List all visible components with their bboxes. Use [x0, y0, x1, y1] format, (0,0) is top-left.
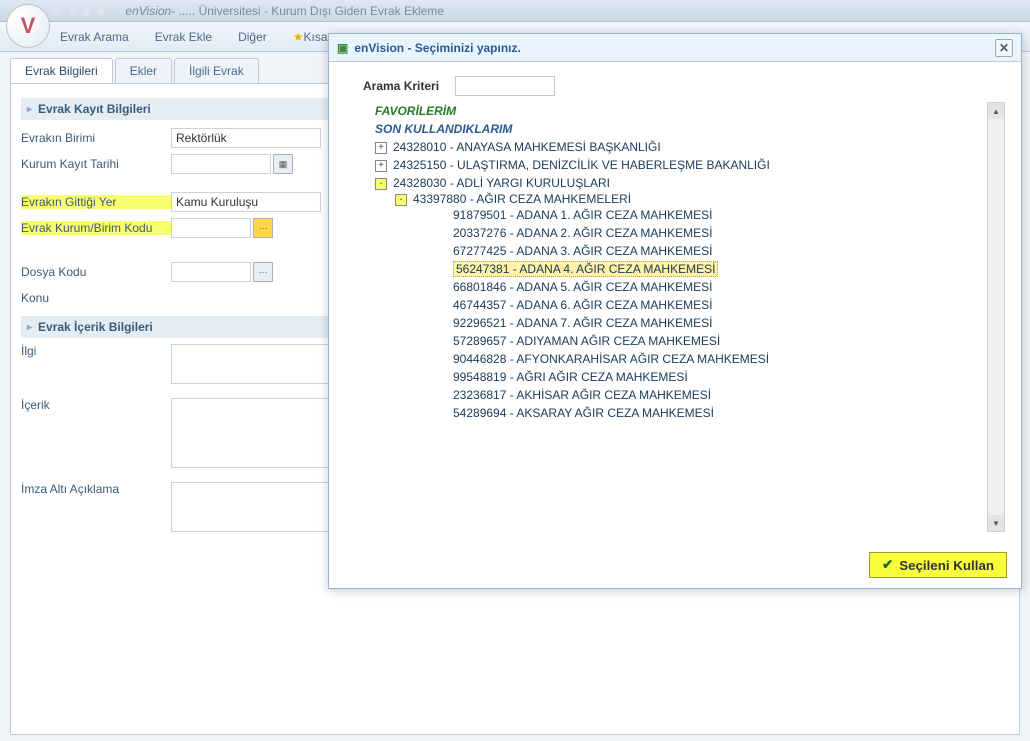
- tab-ekler[interactable]: Ekler: [115, 58, 172, 83]
- tree-node[interactable]: 24328030 - ADLİ YARGI KURULUŞLARI: [393, 176, 610, 190]
- star-icon: ★: [67, 2, 80, 19]
- modal-title-bar: ▣ enVision - Seçiminizi yapınız. ✕: [329, 34, 1021, 62]
- field-gittigi-yer[interactable]: Kamu Kuruluşu: [171, 192, 321, 212]
- lookup-dosya-icon[interactable]: ⋯: [253, 262, 273, 282]
- tree-node[interactable]: 24325150 - ULAŞTIRMA, DENİZCİLİK VE HABE…: [393, 158, 770, 172]
- expand-icon[interactable]: -: [375, 178, 387, 190]
- tree-favorites[interactable]: FAVORİLERİM: [375, 104, 456, 118]
- scroll-down-icon[interactable]: ▼: [988, 515, 1004, 531]
- star-icon: ★: [95, 2, 108, 19]
- expand-icon[interactable]: +: [375, 160, 387, 172]
- field-evrakin-birimi[interactable]: Rektörlük: [171, 128, 321, 148]
- app-name: enVision: [125, 4, 171, 18]
- star-icon: ★: [293, 30, 304, 44]
- use-selected-label: Seçileni Kullan: [899, 558, 994, 573]
- title-bar: ★ ★ ▮ ★ enVision - ..... Üniversitesi - …: [0, 0, 1030, 22]
- label-imza-alti: İmza Altı Açıklama: [21, 482, 171, 496]
- page-title: - ..... Üniversitesi - Kurum Dışı Giden …: [171, 4, 444, 18]
- window-icon: ▣: [337, 41, 348, 55]
- field-dosya-kodu[interactable]: [171, 262, 251, 282]
- tab-evrak-bilgileri[interactable]: Evrak Bilgileri: [10, 58, 113, 83]
- search-label: Arama Kriteri: [363, 79, 439, 93]
- tree-leaf[interactable]: 99548819 - AĞRI AĞIR CEZA MAHKEMESİ: [453, 370, 688, 384]
- field-kurum-kayit-tarihi[interactable]: [171, 154, 271, 174]
- tree-node[interactable]: 24328010 - ANAYASA MAHKEMESİ BAŞKANLIĞI: [393, 140, 661, 154]
- tree-recent[interactable]: SON KULLANDIKLARIM: [375, 122, 512, 136]
- label-ilgi: İlgi: [21, 344, 171, 358]
- tree-leaf[interactable]: 91879501 - ADANA 1. AĞIR CEZA MAHKEMESİ: [453, 208, 712, 222]
- scroll-up-icon[interactable]: ▲: [988, 103, 1004, 119]
- label-kurum-birim-kodu: Evrak Kurum/Birim Kodu: [21, 221, 171, 235]
- tree-leaf[interactable]: 57289657 - ADIYAMAN AĞIR CEZA MAHKEMESİ: [453, 334, 720, 348]
- label-dosya-kodu: Dosya Kodu: [21, 265, 171, 279]
- modal-title: enVision - Seçiminizi yapınız.: [354, 41, 521, 55]
- bookmark-icon: ▮: [83, 2, 91, 19]
- label-icerik: İçerik: [21, 398, 171, 412]
- tab-ilgili-evrak[interactable]: İlgili Evrak: [174, 58, 259, 83]
- expand-icon[interactable]: +: [375, 142, 387, 154]
- label-kurum-kayit-tarihi: Kurum Kayıt Tarihi: [21, 157, 171, 171]
- selection-modal: ▣ enVision - Seçiminizi yapınız. ✕ Arama…: [328, 33, 1022, 589]
- tree-leaf[interactable]: 67277425 - ADANA 3. AĞIR CEZA MAHKEMESİ: [453, 244, 712, 258]
- field-kurum-birim-kodu[interactable]: [171, 218, 251, 238]
- check-icon: ✔: [882, 557, 893, 573]
- selection-tree: FAVORİLERİM SON KULLANDIKLARIM +24328010…: [363, 102, 1007, 532]
- search-input[interactable]: [455, 76, 555, 96]
- menu-evrak-ekle[interactable]: Evrak Ekle: [155, 30, 212, 44]
- calendar-icon[interactable]: ▦: [273, 154, 293, 174]
- lookup-kurum-icon[interactable]: ⋯: [253, 218, 273, 238]
- tree-leaf[interactable]: 54289694 - AKSARAY AĞIR CEZA MAHKEMESİ: [453, 406, 714, 420]
- expand-icon[interactable]: -: [395, 194, 407, 206]
- tree-leaf[interactable]: 90446828 - AFYONKARAHİSAR AĞIR CEZA MAHK…: [453, 352, 769, 366]
- tree-scrollbar[interactable]: ▲ ▼: [987, 102, 1005, 532]
- app-logo: V: [6, 4, 50, 48]
- tree-leaf[interactable]: 56247381 - ADANA 4. AĞIR CEZA MAHKEMESİ: [453, 261, 718, 277]
- tree-leaf[interactable]: 20337276 - ADANA 2. AĞIR CEZA MAHKEMESİ: [453, 226, 712, 240]
- close-button[interactable]: ✕: [995, 39, 1013, 57]
- use-selected-button[interactable]: ✔ Seçileni Kullan: [869, 552, 1007, 578]
- tree-leaf[interactable]: 66801846 - ADANA 5. AĞIR CEZA MAHKEMESİ: [453, 280, 712, 294]
- label-gittigi-yer: Evrakın Gittiği Yer: [21, 195, 171, 209]
- tree-leaf[interactable]: 23236817 - AKHİSAR AĞIR CEZA MAHKEMESİ: [453, 388, 711, 402]
- tree-leaf[interactable]: 46744357 - ADANA 6. AĞIR CEZA MAHKEMESİ: [453, 298, 712, 312]
- label-konu: Konu: [21, 291, 171, 305]
- label-evrakin-birimi: Evrakın Birimi: [21, 131, 171, 145]
- modal-body: Arama Kriteri FAVORİLERİM SON KULLANDIKL…: [329, 62, 1021, 546]
- menu-diger[interactable]: Diğer: [238, 30, 267, 44]
- star-icon: ★: [50, 2, 63, 19]
- tree-node[interactable]: 43397880 - AĞIR CEZA MAHKEMELERİ: [413, 192, 631, 206]
- tree-leaf[interactable]: 92296521 - ADANA 7. AĞIR CEZA MAHKEMESİ: [453, 316, 712, 330]
- menu-evrak-arama[interactable]: Evrak Arama: [60, 30, 129, 44]
